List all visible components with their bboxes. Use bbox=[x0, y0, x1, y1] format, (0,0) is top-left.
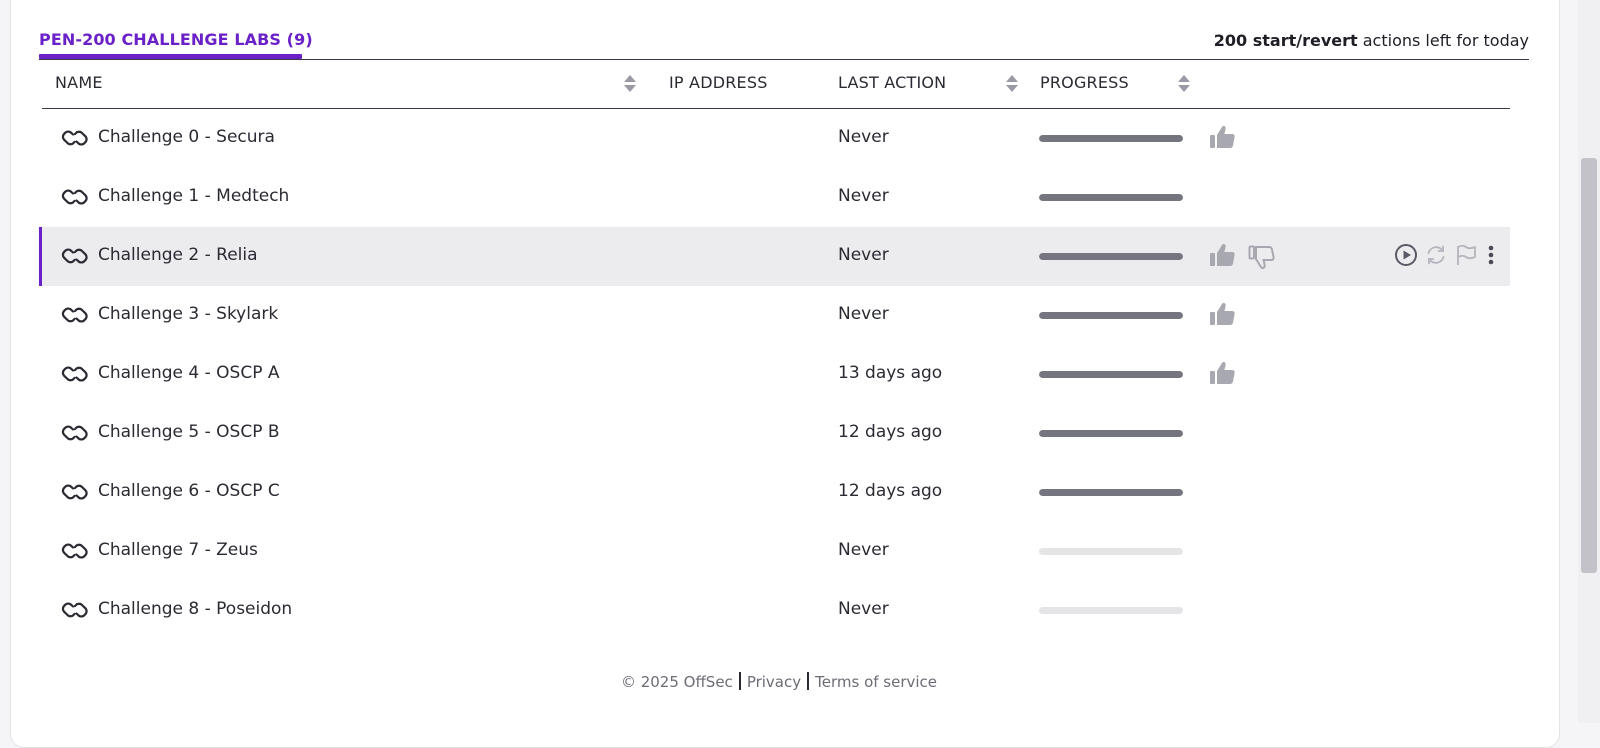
progress-bar bbox=[1039, 548, 1183, 555]
table-row[interactable]: Challenge 4 - OSCP A 13 days ago bbox=[39, 345, 1510, 404]
link-icon bbox=[61, 244, 89, 268]
table-row[interactable]: Challenge 3 - Skylark Never bbox=[39, 286, 1510, 345]
footer-terms-link[interactable]: Terms of service bbox=[815, 673, 937, 691]
table-row[interactable]: Challenge 2 - Relia Never bbox=[39, 227, 1510, 286]
last-action-value: Never bbox=[838, 245, 889, 265]
sort-name-icon[interactable] bbox=[624, 75, 636, 95]
link-icon bbox=[61, 421, 89, 445]
progress-bar-fill bbox=[1039, 489, 1183, 496]
progress-bar-fill bbox=[1039, 194, 1183, 201]
last-action-value: 12 days ago bbox=[838, 481, 943, 501]
last-action-value: Never bbox=[838, 127, 889, 147]
progress-bar bbox=[1039, 194, 1183, 201]
footer-copyright: © 2025 OffSec bbox=[620, 673, 733, 691]
actions-left-text: 200 start/revert actions left for today bbox=[1214, 31, 1529, 50]
link-icon bbox=[61, 480, 89, 504]
table-row[interactable]: Challenge 1 - Medtech Never bbox=[39, 168, 1510, 227]
play-icon[interactable] bbox=[1394, 243, 1418, 271]
actions-left-count: 200 start/revert bbox=[1213, 31, 1358, 50]
link-icon bbox=[61, 598, 89, 622]
link-icon bbox=[61, 303, 89, 327]
progress-bar bbox=[1039, 135, 1183, 142]
progress-bar-fill bbox=[1039, 253, 1183, 260]
footer: © 2025 OffSec Privacy Terms of service bbox=[0, 672, 1558, 691]
table-row[interactable]: Challenge 5 - OSCP B 12 days ago bbox=[39, 404, 1510, 463]
lab-name-link[interactable]: Challenge 2 - Relia bbox=[98, 245, 258, 265]
progress-bar-fill bbox=[1039, 312, 1183, 319]
lab-name-link[interactable]: Challenge 1 - Medtech bbox=[98, 186, 289, 206]
table-row[interactable]: Challenge 8 - Poseidon Never bbox=[39, 581, 1510, 640]
last-action-value: Never bbox=[838, 186, 889, 206]
last-action-value: Never bbox=[838, 540, 889, 560]
footer-privacy-link[interactable]: Privacy bbox=[747, 673, 801, 691]
footer-separator bbox=[807, 672, 810, 690]
last-action-value: 12 days ago bbox=[838, 422, 943, 442]
last-action-value: 13 days ago bbox=[838, 363, 943, 383]
tab-divider bbox=[39, 59, 1529, 60]
lab-name-link[interactable]: Challenge 7 - Zeus bbox=[98, 540, 258, 560]
tab-challenge-labs[interactable]: PEN-200 CHALLENGE LABS (9) bbox=[39, 30, 313, 49]
row-actions bbox=[1394, 243, 1504, 271]
table-row[interactable]: Challenge 7 - Zeus Never bbox=[39, 522, 1510, 581]
table-row[interactable]: Challenge 0 - Secura Never bbox=[39, 109, 1510, 168]
progress-bar bbox=[1039, 253, 1183, 260]
thumbs-up-icon[interactable] bbox=[1209, 124, 1237, 150]
link-icon bbox=[61, 362, 89, 386]
thumbs-up-icon[interactable] bbox=[1209, 360, 1237, 386]
table-row[interactable]: Challenge 6 - OSCP C 12 days ago bbox=[39, 463, 1510, 522]
lab-name-link[interactable]: Challenge 5 - OSCP B bbox=[98, 422, 280, 442]
thumbs-down-icon[interactable] bbox=[1248, 244, 1276, 270]
link-icon bbox=[61, 185, 89, 209]
progress-bar bbox=[1039, 489, 1183, 496]
link-icon bbox=[61, 126, 89, 150]
lab-name-link[interactable]: Challenge 3 - Skylark bbox=[98, 304, 278, 324]
progress-bar bbox=[1039, 312, 1183, 319]
lab-name-link[interactable]: Challenge 4 - OSCP A bbox=[98, 363, 279, 383]
more-vertical-icon[interactable] bbox=[1486, 243, 1496, 271]
actions-left-suffix: actions left for today bbox=[1357, 31, 1529, 50]
progress-bar-fill bbox=[1039, 135, 1183, 142]
lab-name-link[interactable]: Challenge 8 - Poseidon bbox=[98, 599, 292, 619]
progress-bar-fill bbox=[1039, 430, 1183, 437]
thumbs-up-icon[interactable] bbox=[1209, 301, 1237, 327]
lab-name-link[interactable]: Challenge 0 - Secura bbox=[98, 127, 275, 147]
column-header-name[interactable]: NAME bbox=[55, 73, 103, 92]
progress-bar-fill bbox=[1039, 371, 1183, 378]
flag-icon[interactable] bbox=[1454, 243, 1478, 271]
column-header-progress[interactable]: PROGRESS bbox=[1040, 73, 1129, 92]
progress-bar bbox=[1039, 430, 1183, 437]
last-action-value: Never bbox=[838, 599, 889, 619]
thumbs-up-icon[interactable] bbox=[1209, 242, 1237, 268]
footer-separator bbox=[738, 672, 741, 690]
column-header-last-action[interactable]: LAST ACTION bbox=[838, 73, 946, 92]
revert-icon[interactable] bbox=[1424, 243, 1448, 271]
progress-bar bbox=[1039, 607, 1183, 614]
sort-last-action-icon[interactable] bbox=[1006, 75, 1018, 95]
progress-bar bbox=[1039, 371, 1183, 378]
sort-progress-icon[interactable] bbox=[1178, 75, 1190, 95]
link-icon bbox=[61, 539, 89, 563]
last-action-value: Never bbox=[838, 304, 889, 324]
column-header-ip-address: IP ADDRESS bbox=[669, 73, 768, 92]
scrollbar-thumb[interactable] bbox=[1581, 158, 1597, 573]
labs-table-body: Challenge 0 - Secura Never Challenge 1 - M… bbox=[39, 109, 1510, 640]
lab-name-link[interactable]: Challenge 6 - OSCP C bbox=[98, 481, 280, 501]
